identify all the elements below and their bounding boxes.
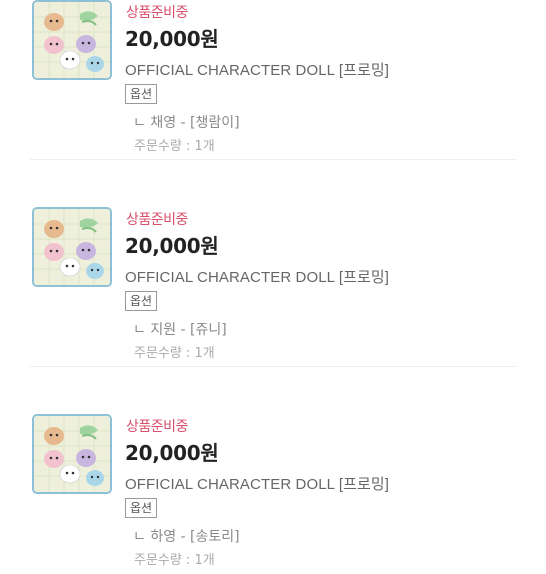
character-doll-image [34,416,110,492]
product-thumbnail[interactable] [32,0,112,80]
option-badge: 옵션 [125,84,158,104]
order-list: 상품준비중 20,000원 OFFICIAL CHARACTER DOLL [프… [0,0,546,574]
order-quantity: 주문수량 : 1개 [134,139,215,154]
order-item[interactable]: 상품준비중 20,000원 OFFICIAL CHARACTER DOLL [프… [0,160,546,367]
product-thumbnail[interactable] [32,414,112,494]
order-quantity: 주문수량 : 1개 [134,346,215,361]
product-thumbnail[interactable] [32,207,112,287]
order-item[interactable]: 상품준비중 20,000원 OFFICIAL CHARACTER DOLL [프… [0,367,546,574]
product-name[interactable]: OFFICIAL CHARACTER DOLL [프로밍] [125,473,389,494]
order-item[interactable]: 상품준비중 20,000원 OFFICIAL CHARACTER DOLL [프… [0,0,546,160]
order-status: 상품준비중 [126,5,188,21]
product-name[interactable]: OFFICIAL CHARACTER DOLL [프로밍] [125,59,389,80]
product-price: 20,000원 [125,27,219,51]
option-value: ㄴ 지원 - [쥬니] [133,322,227,338]
option-value: ㄴ 하영 - [송토리] [133,529,240,545]
option-value: ㄴ 채영 - [챙람이] [133,115,240,131]
order-status: 상품준비중 [126,212,188,228]
character-doll-image [34,2,110,78]
character-doll-image [34,209,110,285]
option-badge: 옵션 [125,498,158,518]
product-name[interactable]: OFFICIAL CHARACTER DOLL [프로밍] [125,266,389,287]
order-quantity: 주문수량 : 1개 [134,553,215,568]
product-price: 20,000원 [125,234,219,258]
option-badge: 옵션 [125,291,158,311]
order-status: 상품준비중 [126,419,188,435]
product-price: 20,000원 [125,441,219,465]
